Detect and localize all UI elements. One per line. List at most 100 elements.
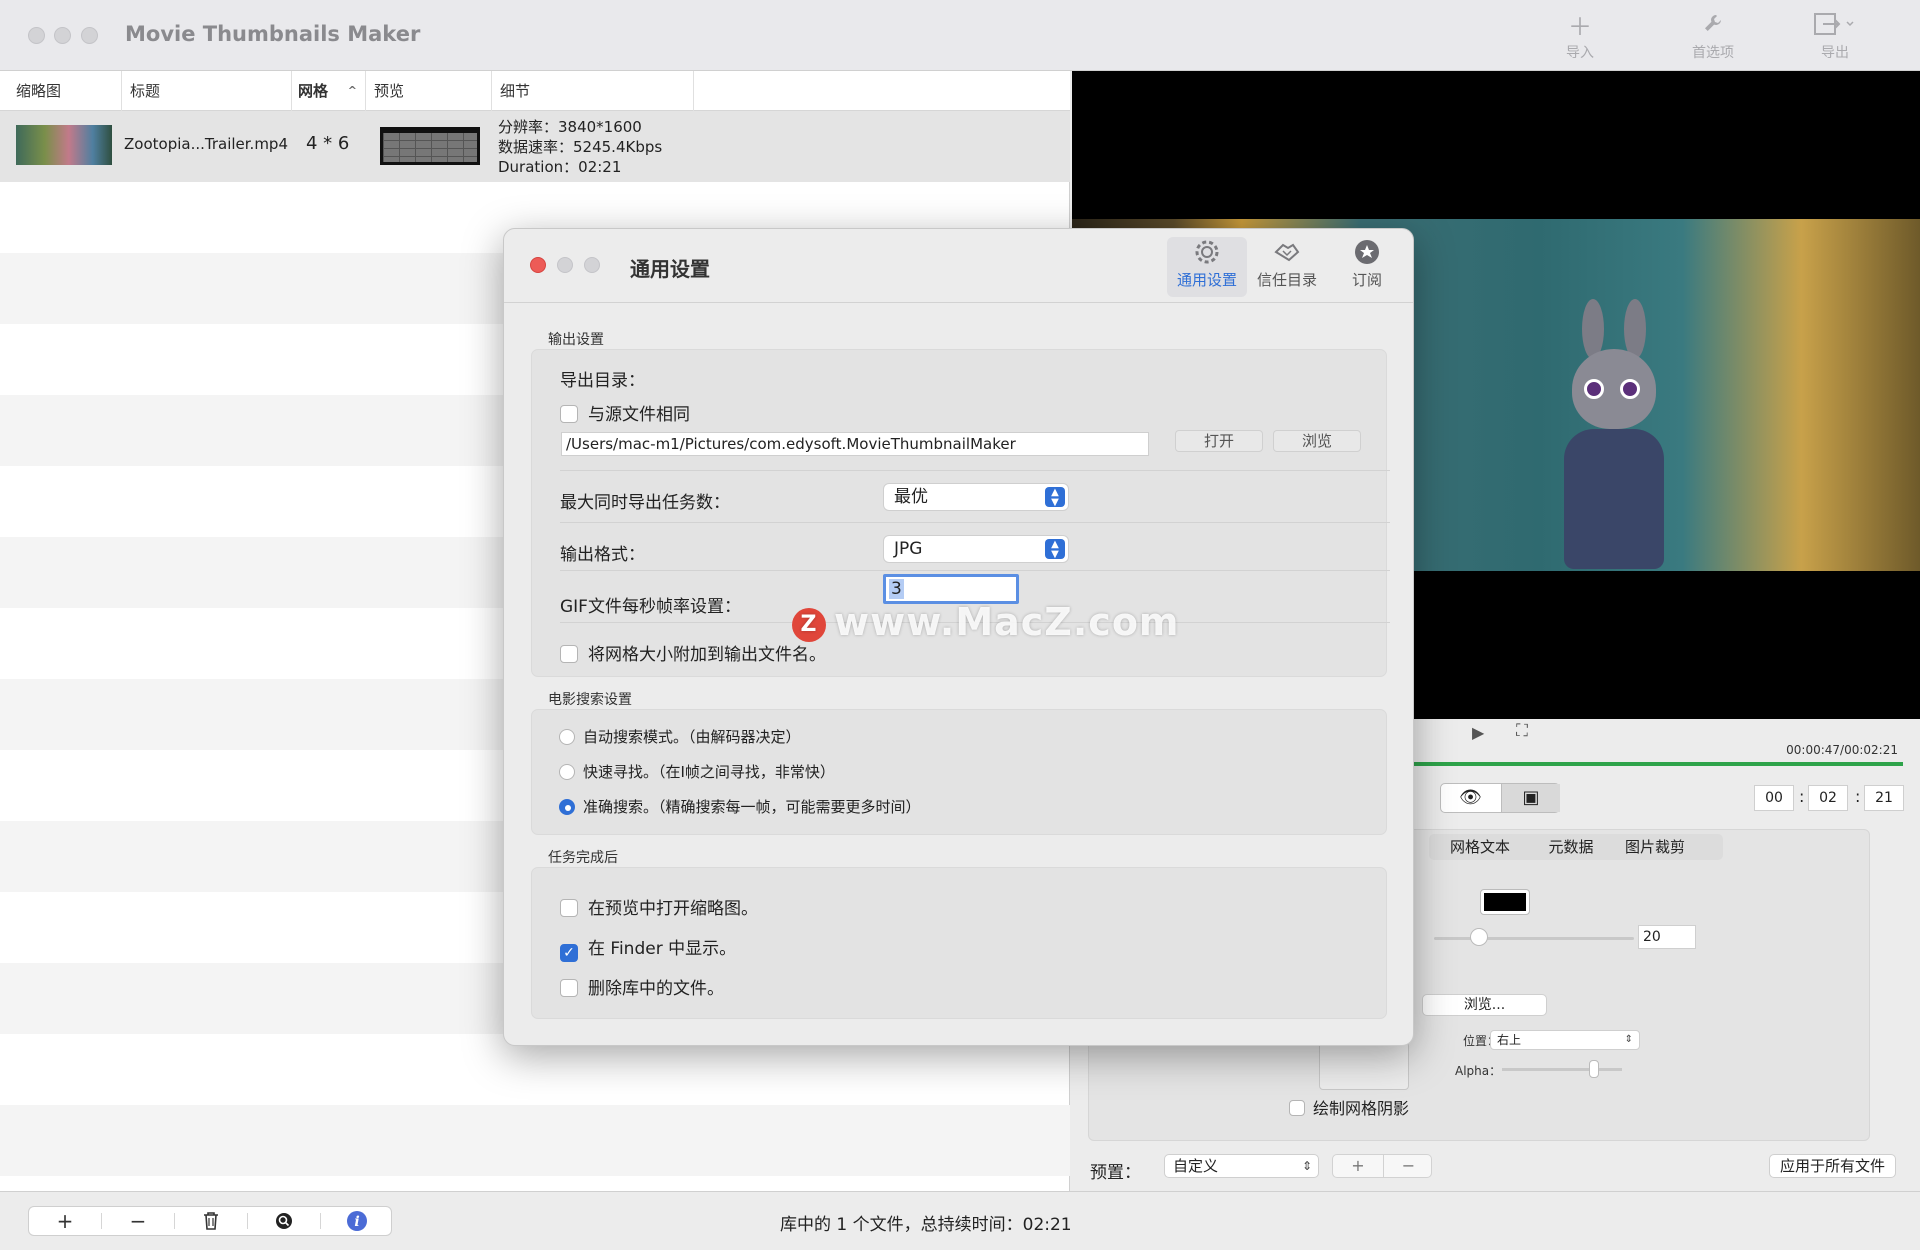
tab-general-settings[interactable]: 通用设置: [1167, 237, 1247, 297]
after-task-box: 在预览中打开缩略图。 ✓ 在 Finder 中显示。 删除库中的文件。: [531, 867, 1387, 1019]
timecode-readout: 00:00:47/00:02:21: [1786, 743, 1898, 757]
watermark-browse-button[interactable]: 浏览...: [1422, 994, 1547, 1016]
bottom-bar: + − i 库中的 1 个文件，总持续时间：02:21: [0, 1191, 1920, 1250]
row-title: Zootopia...Trailer.mp4: [124, 135, 288, 153]
column-grid-label: 网格: [298, 82, 329, 100]
eye-icon[interactable]: 👁: [1441, 784, 1500, 812]
font-size-slider[interactable]: [1434, 937, 1634, 940]
import-button[interactable]: ＋ 导入: [1535, 12, 1625, 68]
show-in-finder-checkbox[interactable]: ✓ 在 Finder 中显示。: [560, 934, 736, 962]
position-value: 右上: [1497, 1033, 1522, 1047]
checkbox-box[interactable]: [560, 645, 578, 663]
font-size-slider-knob[interactable]: [1470, 928, 1488, 946]
view-mode-toggle[interactable]: 👁 ▣: [1440, 783, 1560, 813]
format-label: 输出格式：: [560, 545, 645, 565]
add-file-button[interactable]: +: [29, 1207, 101, 1235]
detail-bitrate: 数据速率：5245.4Kbps: [498, 138, 663, 156]
radio-circle[interactable]: [559, 799, 575, 815]
append-grid-checkbox[interactable]: 将网格大小附加到输出文件名。: [560, 640, 826, 665]
preset-add-button[interactable]: +: [1333, 1155, 1383, 1177]
play-icon[interactable]: ▶: [1472, 723, 1484, 742]
alpha-slider-knob[interactable]: [1589, 1060, 1599, 1078]
tab-image-crop[interactable]: 图片裁剪: [1611, 834, 1699, 860]
max-tasks-value: 最优: [894, 487, 928, 507]
export-dir-label: 导出目录：: [560, 371, 645, 391]
radio-circle[interactable]: [559, 764, 575, 780]
apply-to-all-button[interactable]: 应用于所有文件: [1768, 1154, 1896, 1178]
app-title: Movie Thumbnails Maker: [125, 22, 421, 46]
dialog-close-button[interactable]: [530, 257, 546, 273]
column-thumbnail[interactable]: 缩略图: [10, 71, 122, 111]
browse-button[interactable]: 浏览: [1273, 430, 1361, 452]
info-icon[interactable]: i: [321, 1207, 393, 1235]
preferences-button[interactable]: 首选项: [1668, 12, 1758, 68]
alpha-slider[interactable]: [1502, 1068, 1622, 1071]
time-minutes-field[interactable]: 02: [1808, 785, 1848, 811]
dialog-title: 通用设置: [630, 257, 710, 281]
open-in-preview-checkbox[interactable]: 在预览中打开缩略图。: [560, 894, 758, 919]
search-icon[interactable]: [248, 1207, 320, 1235]
section-after-task: 任务完成后: [548, 850, 618, 866]
settings-tabs: 网格文本 元数据 图片裁剪: [1429, 834, 1723, 860]
time-seconds-field[interactable]: 21: [1864, 785, 1904, 811]
checkbox-box[interactable]: [560, 405, 578, 423]
open-button[interactable]: 打开: [1175, 430, 1263, 452]
column-title[interactable]: 标题: [124, 71, 292, 111]
preset-add-remove: + −: [1332, 1154, 1432, 1178]
tab-trusted-label: 信任目录: [1256, 271, 1317, 289]
delete-from-library-checkbox[interactable]: 删除库中的文件。: [560, 974, 724, 999]
delete-from-library-label: 删除库中的文件。: [588, 979, 724, 999]
dialog-minimize-button[interactable]: [557, 257, 573, 273]
checkmark-icon[interactable]: ✓: [560, 944, 578, 962]
checkbox-box[interactable]: [560, 899, 578, 917]
tab-trusted-dirs[interactable]: 信任目录: [1247, 237, 1327, 297]
append-grid-label: 将网格大小附加到输出文件名。: [588, 645, 826, 665]
checkbox-box[interactable]: [1289, 1100, 1305, 1116]
empty-row: [0, 1105, 1070, 1176]
preset-select[interactable]: 自定义 ⇕: [1164, 1154, 1319, 1178]
checkbox-box[interactable]: [560, 979, 578, 997]
fullscreen-icon[interactable]: ⛶: [1516, 721, 1528, 741]
library-status: 库中的 1 个文件，总持续时间：02:21: [780, 1215, 1072, 1235]
format-select[interactable]: JPG ▲ ▼: [883, 535, 1069, 563]
tab-general-label: 通用设置: [1176, 271, 1237, 289]
preferences-label: 首选项: [1692, 45, 1734, 61]
position-select[interactable]: 右上 ⇕: [1490, 1030, 1640, 1050]
radio-circle[interactable]: [559, 729, 575, 745]
export-label: 导出: [1821, 45, 1849, 61]
time-hours-field[interactable]: 00: [1754, 785, 1794, 811]
dialog-zoom-button[interactable]: [584, 257, 600, 273]
seek-accurate-label: 准确搜索。（精确搜索每一帧，可能需要更多时间）: [583, 798, 921, 816]
same-as-source-checkbox[interactable]: 与源文件相同: [560, 400, 690, 425]
column-detail[interactable]: 细节: [494, 71, 694, 111]
tab-grid-text[interactable]: 网格文本: [1429, 834, 1531, 860]
alpha-label: Alpha：: [1455, 1064, 1502, 1078]
text-color-well[interactable]: [1481, 890, 1529, 914]
remove-file-button[interactable]: −: [102, 1207, 174, 1235]
seek-auto-radio[interactable]: 自动搜索模式。（由解码器决定）: [559, 726, 801, 747]
seek-accurate-radio[interactable]: 准确搜索。（精确搜索每一帧，可能需要更多时间）: [559, 796, 921, 817]
column-preview[interactable]: 预览: [368, 71, 492, 111]
table-row[interactable]: Zootopia...Trailer.mp4 4 * 6 分辨率：3840*16…: [0, 111, 1070, 182]
trash-icon[interactable]: [175, 1207, 247, 1235]
export-button[interactable]: 导出: [1790, 12, 1880, 68]
tab-subscription[interactable]: 订阅: [1327, 237, 1407, 297]
font-size-field[interactable]: 20: [1638, 925, 1696, 949]
preset-remove-button[interactable]: −: [1383, 1155, 1433, 1177]
gif-fps-label: GIF文件每秒帧率设置：: [560, 597, 741, 617]
export-path-field[interactable]: /Users/mac-m1/Pictures/com.edysoft.Movie…: [561, 432, 1149, 456]
play-frame-icon[interactable]: ▣: [1501, 784, 1560, 812]
window-zoom-button[interactable]: [81, 27, 98, 44]
table-header: 缩略图 标题 网格 ^ 预览 细节: [0, 71, 1070, 111]
window-close-button[interactable]: [28, 27, 45, 44]
max-tasks-select[interactable]: 最优 ▲ ▼: [883, 483, 1069, 511]
seek-fast-label: 快速寻找。（在I帧之间寻找，非常快）: [583, 763, 835, 781]
draw-grid-shadow-checkbox[interactable]: 绘制网格阴影: [1289, 1095, 1409, 1119]
shadow-label: 绘制网格阴影: [1313, 1099, 1410, 1118]
column-grid[interactable]: 网格 ^: [292, 71, 366, 111]
hand-shake-icon: [1247, 237, 1327, 269]
tab-metadata[interactable]: 元数据: [1531, 834, 1611, 860]
seek-fast-radio[interactable]: 快速寻找。（在I帧之间寻找，非常快）: [559, 761, 835, 782]
library-actions: + − i: [28, 1206, 392, 1236]
window-minimize-button[interactable]: [54, 27, 71, 44]
